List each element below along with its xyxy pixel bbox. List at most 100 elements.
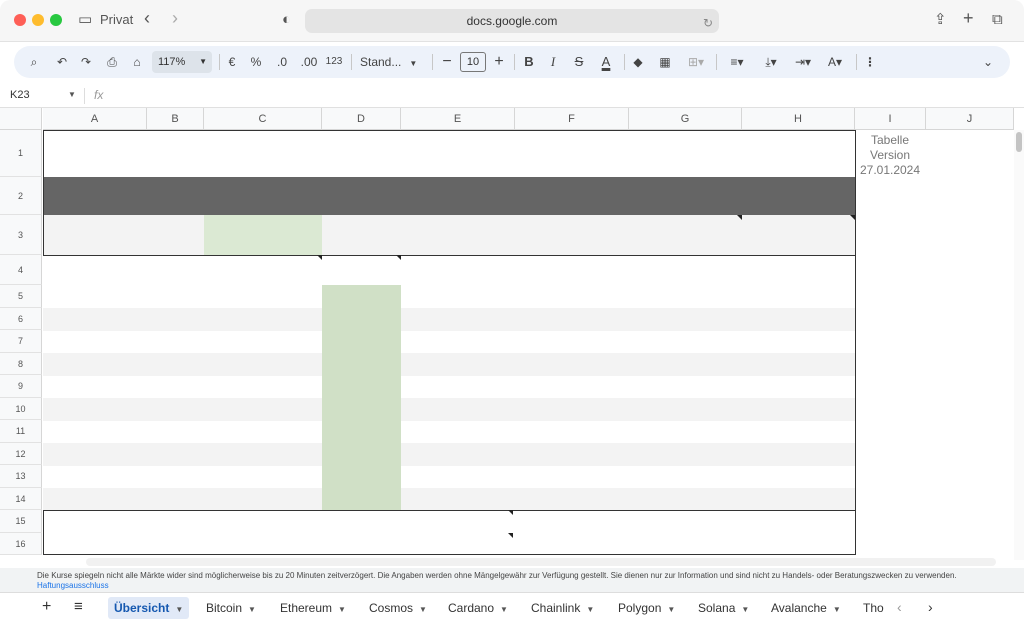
forward-icon[interactable]: › (172, 8, 178, 28)
sheet-tab[interactable]: Übersicht ▼ (108, 597, 190, 619)
bold-button[interactable]: B (522, 46, 536, 78)
sheets-toolbar: ⌕ ↶ ↷ ⎙ ⌂ 117% ▼ € % .0 .00 123 Stand... ▼… (14, 46, 1010, 78)
vertical-scrollbar[interactable] (1014, 130, 1024, 560)
share-icon[interactable]: ⇪ (934, 10, 947, 30)
sheet-tab[interactable]: Bitcoin ▼ (206, 597, 256, 619)
reload-icon[interactable]: ↻ (703, 13, 713, 33)
scroll-tabs-right-icon[interactable]: › (928, 596, 933, 618)
back-icon[interactable]: ‹ (144, 8, 150, 28)
select-all-corner[interactable] (0, 108, 42, 130)
sheet-tab[interactable]: Ethereum ▼ (280, 597, 346, 619)
row-header-6[interactable]: 6 (0, 308, 42, 330)
row-header-9[interactable]: 9 (0, 375, 42, 398)
font-select[interactable]: Stand... ▼ (360, 46, 418, 78)
tab-menu-icon[interactable]: ▼ (586, 605, 594, 614)
column-header-D[interactable]: D (322, 108, 401, 130)
sheet-tab[interactable]: Chainlink ▼ (531, 597, 594, 619)
row-header-1[interactable]: 1 (0, 130, 42, 177)
column-header-H[interactable]: H (742, 108, 855, 130)
column-header-J[interactable]: J (926, 108, 1014, 130)
row-header-14[interactable]: 14 (0, 488, 42, 510)
tab-menu-icon[interactable]: ▼ (500, 605, 508, 614)
more-formats-button[interactable]: 123 (324, 46, 344, 78)
merge-cells-icon[interactable]: ⊞▾ (682, 46, 710, 78)
tab-menu-icon[interactable]: ▼ (741, 605, 749, 614)
text-wrap-icon[interactable]: ⇥▾ (790, 46, 816, 78)
scroll-tabs-left-icon[interactable]: ‹ (897, 596, 902, 618)
borders-icon[interactable]: ▦ (657, 46, 673, 78)
tab-menu-icon[interactable]: ▼ (248, 605, 256, 614)
font-size-input[interactable]: 10 (460, 52, 486, 72)
row-header-12[interactable]: 12 (0, 443, 42, 465)
minimize-window-button[interactable] (32, 14, 44, 26)
collapse-toolbar-icon[interactable]: ⌄ (980, 46, 996, 78)
increase-decimal-button[interactable]: .00 (298, 46, 320, 78)
sheet-tab[interactable]: Polygon ▼ (618, 597, 675, 619)
font-size-minus-button[interactable]: − (440, 46, 454, 78)
sheet-tab[interactable]: Cosmos ▼ (369, 597, 427, 619)
undo-icon[interactable]: ↶ (54, 46, 70, 78)
sheet-tab[interactable]: Avalanche ▼ (771, 597, 841, 619)
zoom-select[interactable]: 117% ▼ (152, 51, 212, 73)
close-window-button[interactable] (14, 14, 26, 26)
column-header-A[interactable]: A (43, 108, 147, 130)
all-sheets-icon[interactable]: ≡ (74, 596, 83, 618)
row-header-5[interactable]: 5 (0, 285, 42, 308)
column-header-E[interactable]: E (401, 108, 515, 130)
italic-button[interactable]: I (546, 46, 560, 78)
decrease-decimal-button[interactable]: .0 (272, 46, 292, 78)
name-box-dropdown-icon[interactable]: ▼ (68, 90, 76, 99)
sheet-tab[interactable]: Tho (863, 597, 885, 619)
vertical-align-icon[interactable]: ⤓▾ (758, 46, 784, 78)
scroll-thumb[interactable] (1016, 132, 1022, 152)
row-header-13[interactable]: 13 (0, 465, 42, 488)
redo-icon[interactable]: ↷ (78, 46, 94, 78)
fill-color-icon[interactable]: ◆ (630, 46, 646, 78)
percent-format-button[interactable]: % (248, 46, 264, 78)
row-header-11[interactable]: 11 (0, 420, 42, 443)
tab-menu-icon[interactable]: ▼ (419, 605, 427, 614)
column-title (147, 177, 204, 215)
name-box[interactable]: K23 (10, 89, 30, 101)
more-options-icon[interactable]: ⋮ (864, 46, 876, 78)
column-header-F[interactable]: F (515, 108, 629, 130)
tab-menu-icon[interactable]: ▼ (833, 605, 841, 614)
currency-format-button[interactable]: € (224, 46, 240, 78)
row-header-7[interactable]: 7 (0, 330, 42, 353)
column-header-I[interactable]: I (855, 108, 926, 130)
row-header-10[interactable]: 10 (0, 398, 42, 420)
row-header-15[interactable]: 15 (0, 510, 42, 533)
sheet-tab-label: Cosmos (369, 601, 414, 615)
row-header-16[interactable]: 16 (0, 533, 42, 555)
row-header-2[interactable]: 2 (0, 177, 42, 215)
shield-icon[interactable]: ◐ (282, 10, 291, 30)
text-color-button[interactable]: A (598, 46, 614, 78)
tab-menu-icon[interactable]: ▼ (667, 605, 675, 614)
paint-format-icon[interactable]: ⌂ (129, 46, 145, 78)
row-header-3[interactable]: 3 (0, 215, 42, 255)
tab-menu-icon[interactable]: ▼ (338, 605, 346, 614)
row-header-4[interactable]: 4 (0, 255, 42, 285)
address-bar[interactable]: docs.google.com (305, 9, 719, 33)
disclaimer-link[interactable]: Haftungsausschluss (37, 581, 109, 590)
horizontal-scrollbar[interactable] (86, 558, 996, 566)
search-icon[interactable]: ⌕ (26, 46, 42, 78)
print-icon[interactable]: ⎙ (104, 46, 120, 78)
new-tab-icon[interactable]: + (963, 8, 974, 28)
sheet-tab[interactable]: Solana ▼ (698, 597, 749, 619)
maximize-window-button[interactable] (50, 14, 62, 26)
add-sheet-icon[interactable]: + (42, 596, 51, 618)
column-header-C[interactable]: C (204, 108, 322, 130)
tab-overview-icon[interactable]: ⧉ (992, 10, 1003, 30)
font-size-plus-button[interactable]: + (492, 46, 506, 78)
column-title (515, 177, 629, 215)
sheet-tab[interactable]: Cardano ▼ (448, 597, 508, 619)
align-left-icon[interactable]: ≡▾ (724, 46, 750, 78)
column-header-B[interactable]: B (147, 108, 204, 130)
strikethrough-button[interactable]: S (572, 46, 586, 78)
text-rotation-icon[interactable]: A▾ (822, 46, 848, 78)
row-header-8[interactable]: 8 (0, 353, 42, 375)
column-header-G[interactable]: G (629, 108, 742, 130)
tab-menu-icon[interactable]: ▼ (175, 605, 183, 614)
sidebar-icon[interactable]: ▭ (78, 10, 92, 30)
